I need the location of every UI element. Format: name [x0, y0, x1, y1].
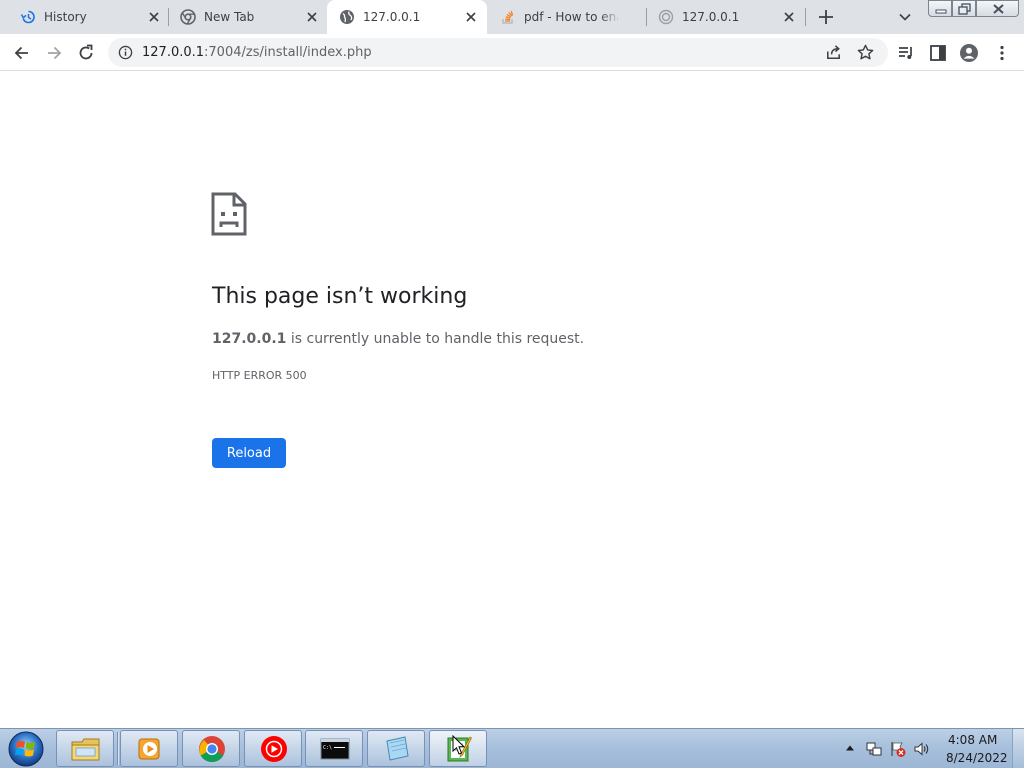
restore-icon — [958, 3, 971, 15]
media-control-icon[interactable] — [896, 43, 916, 63]
minimize-icon — [935, 9, 947, 14]
clock-date[interactable]: 8/24/2022 — [946, 751, 1008, 765]
taskbar-explorer[interactable] — [56, 730, 114, 767]
taskbar-media-player[interactable] — [120, 730, 178, 767]
reload-button[interactable]: Reload — [212, 438, 286, 468]
start-button-icon[interactable] — [4, 730, 48, 768]
network-icon[interactable] — [865, 740, 883, 758]
site-info-icon[interactable] — [118, 45, 133, 60]
tab-divider — [805, 8, 806, 26]
close-icon — [993, 4, 1004, 14]
action-center-flag-icon[interactable] — [889, 740, 907, 758]
tab-label: History — [44, 10, 87, 24]
new-tab-plus-icon[interactable] — [816, 7, 836, 27]
menu-dots-icon[interactable] — [992, 43, 1012, 63]
clock-time[interactable]: 4:08 AM — [948, 733, 997, 747]
windows-taskbar: C:\ — [0, 728, 1024, 768]
url-path: :7004/zs/install/index.php — [204, 45, 372, 60]
address-url[interactable]: 127.0.0.1:7004/zs/install/index.php — [142, 45, 372, 60]
close-icon[interactable] — [781, 9, 797, 25]
media-player-icon — [138, 738, 160, 760]
bookmark-star-icon[interactable] — [856, 43, 875, 62]
tab-strip: History New Tab 127.0.0.1 pdf - How to e… — [0, 0, 1024, 34]
volume-icon[interactable] — [913, 740, 931, 758]
svg-text:C:\: C:\ — [323, 745, 332, 751]
sad-page-icon — [211, 192, 247, 236]
forward-icon[interactable] — [44, 43, 64, 63]
restore-button[interactable] — [952, 0, 976, 17]
folder-icon — [71, 738, 100, 761]
taskbar-text-editor[interactable] — [429, 730, 487, 767]
side-panel-icon[interactable] — [928, 43, 948, 63]
notepad-icon — [386, 736, 409, 761]
show-desktop-button[interactable] — [1012, 729, 1024, 768]
taskbar-chrome[interactable] — [182, 730, 240, 767]
minimize-button[interactable] — [928, 0, 952, 17]
error-title: This page isn’t working — [212, 284, 468, 309]
close-icon[interactable] — [146, 9, 162, 25]
taskbar-divider — [117, 732, 119, 765]
error-page: This page isn’t working 127.0.0.1 is cur… — [0, 72, 1024, 727]
taskbar-command-prompt[interactable]: C:\ — [305, 730, 363, 767]
tray-expand-icon[interactable] — [845, 744, 855, 752]
chrome-icon — [199, 736, 225, 763]
back-icon[interactable] — [12, 43, 32, 63]
reload-icon[interactable] — [76, 43, 96, 63]
address-bar[interactable]: 127.0.0.1:7004/zs/install/index.php — [108, 38, 888, 67]
history-icon — [20, 10, 35, 24]
tab-label-fade — [600, 6, 620, 28]
tab-label: New Tab — [204, 10, 255, 24]
chrome-icon — [180, 9, 196, 25]
tab-127-loading[interactable]: 127.0.0.1 — [646, 0, 804, 34]
share-icon[interactable] — [824, 43, 843, 62]
close-window-button[interactable] — [976, 0, 1019, 17]
url-host: 127.0.0.1 — [142, 45, 205, 60]
close-icon[interactable] — [304, 9, 320, 25]
error-description: 127.0.0.1 is currently unable to handle … — [212, 331, 584, 347]
loading-icon — [658, 9, 674, 25]
command-prompt-icon: C:\ — [320, 738, 350, 760]
error-code: HTTP ERROR 500 — [212, 369, 307, 382]
tab-label: 127.0.0.1 — [682, 10, 740, 24]
taskbar-notepad[interactable] — [367, 730, 425, 767]
globe-icon — [340, 10, 354, 24]
close-icon[interactable] — [463, 9, 479, 25]
tab-pdf-how-to[interactable]: pdf - How to ena — [488, 0, 646, 34]
profile-avatar-icon[interactable] — [959, 43, 979, 63]
chevron-down-icon[interactable] — [896, 8, 914, 26]
browser-toolbar: 127.0.0.1:7004/zs/install/index.php — [0, 34, 1024, 71]
mouse-cursor-icon — [452, 735, 466, 755]
tab-label: 127.0.0.1 — [363, 10, 421, 24]
youtube-music-icon — [261, 736, 287, 762]
tab-127-active[interactable]: 127.0.0.1 — [327, 0, 487, 34]
stackoverflow-icon — [502, 10, 514, 24]
error-message: is currently unable to handle this reque… — [286, 331, 585, 347]
taskbar-youtube-music[interactable] — [244, 730, 302, 767]
tab-new-tab[interactable]: New Tab — [168, 0, 326, 34]
tab-history[interactable]: History — [8, 0, 168, 34]
error-host: 127.0.0.1 — [212, 331, 287, 347]
